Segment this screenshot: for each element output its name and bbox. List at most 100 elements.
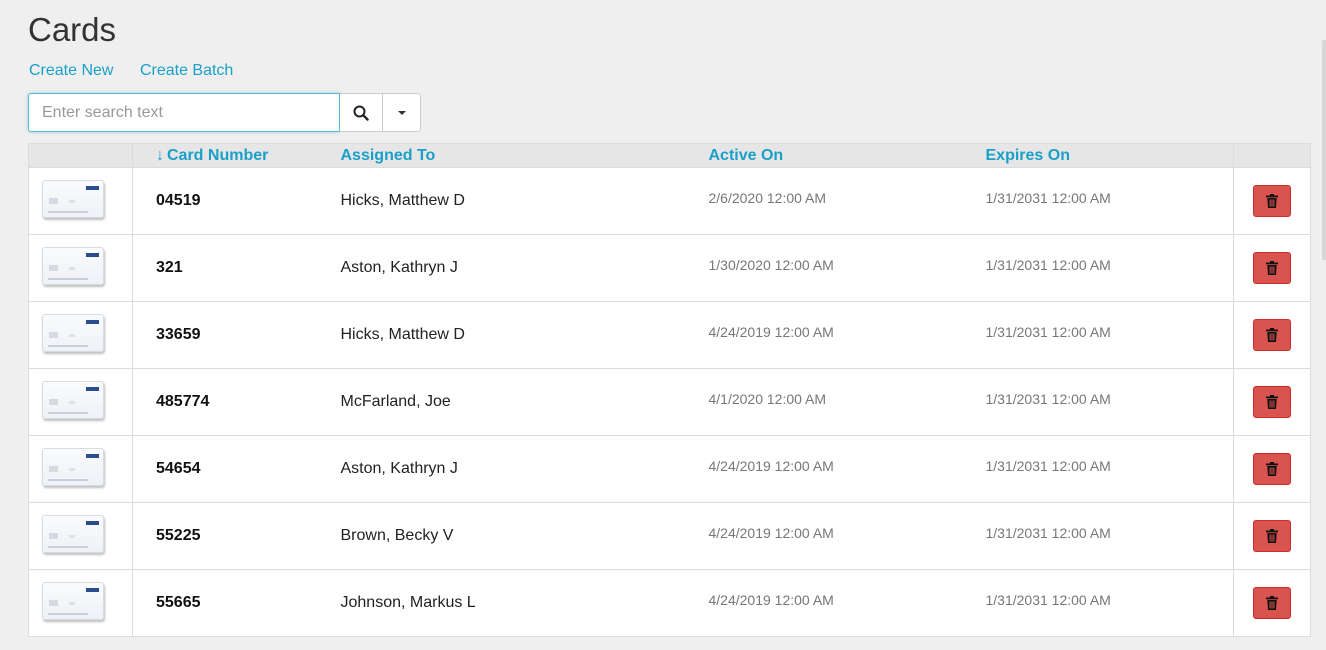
card-thumbnail: [41, 179, 104, 218]
active-on: 4/24/2019 12:00 AM: [708, 525, 834, 541]
trash-icon: [1266, 328, 1278, 342]
card-number[interactable]: 55665: [156, 594, 201, 611]
active-on-cell: 4/24/2019 12:00 AM: [708, 569, 986, 637]
active-on: 2/6/2020 12:00 AM: [708, 190, 827, 206]
expires-on-cell: 1/31/2031 12:00 AM: [985, 502, 1234, 570]
card-image-cell: [28, 301, 133, 369]
card-number-cell: 33659: [132, 301, 341, 369]
card-image-cell: [28, 435, 133, 503]
table-body: 04519 Hicks, Matthew D 2/6/2020 12:00 AM…: [28, 167, 1311, 637]
assigned-to-cell: Aston, Kathryn J: [340, 435, 709, 503]
expires-on-cell: 1/31/2031 12:00 AM: [985, 569, 1234, 637]
active-on-cell: 2/6/2020 12:00 AM: [708, 167, 986, 235]
expires-on: 1/31/2031 12:00 AM: [985, 391, 1111, 407]
card-number[interactable]: 321: [156, 259, 183, 276]
delete-cell: [1233, 502, 1311, 570]
delete-cell: [1233, 569, 1311, 637]
expires-on-cell: 1/31/2031 12:00 AM: [985, 167, 1234, 235]
search-options-dropdown[interactable]: [383, 93, 421, 132]
active-on: 4/1/2020 12:00 AM: [708, 391, 827, 407]
search-bar: [28, 93, 421, 132]
card-image-cell: [28, 368, 133, 436]
expires-on-cell: 1/31/2031 12:00 AM: [985, 301, 1234, 369]
table-row[interactable]: 33659 Hicks, Matthew D 4/24/2019 12:00 A…: [28, 301, 1311, 369]
assigned-to-cell: Aston, Kathryn J: [340, 234, 709, 302]
delete-button[interactable]: [1253, 453, 1291, 485]
caret-down-icon: [397, 110, 406, 115]
card-thumbnail: [41, 581, 104, 620]
assigned-to-cell: Hicks, Matthew D: [340, 301, 709, 369]
delete-button[interactable]: [1253, 587, 1291, 619]
trash-icon: [1266, 395, 1278, 409]
delete-cell: [1233, 435, 1311, 503]
assigned-to: Hicks, Matthew D: [340, 326, 465, 343]
active-on-cell: 1/30/2020 12:00 AM: [708, 234, 986, 302]
scrollbar[interactable]: [1322, 40, 1326, 260]
table-row[interactable]: 54654 Aston, Kathryn J 4/24/2019 12:00 A…: [28, 435, 1311, 503]
card-number[interactable]: 485774: [156, 393, 209, 410]
card-thumbnail: [41, 514, 104, 553]
expires-on: 1/31/2031 12:00 AM: [985, 324, 1111, 340]
expires-on: 1/31/2031 12:00 AM: [985, 257, 1111, 273]
delete-cell: [1233, 167, 1311, 235]
expires-on: 1/31/2031 12:00 AM: [985, 592, 1111, 608]
expires-on-cell: 1/31/2031 12:00 AM: [985, 435, 1234, 503]
delete-button[interactable]: [1253, 185, 1291, 217]
active-on-cell: 4/24/2019 12:00 AM: [708, 301, 986, 369]
card-thumbnail: [41, 447, 104, 486]
assigned-to: McFarland, Joe: [340, 393, 451, 410]
table-row[interactable]: 55665 Johnson, Markus L 4/24/2019 12:00 …: [28, 569, 1311, 637]
header-assigned-to[interactable]: Assigned To: [340, 143, 709, 168]
assigned-to: Brown, Becky V: [340, 527, 454, 544]
header-image: [28, 143, 133, 168]
expires-on: 1/31/2031 12:00 AM: [985, 190, 1111, 206]
search-icon: [353, 105, 369, 121]
create-new-link[interactable]: Create New: [29, 62, 113, 79]
cards-page: Cards Create New Create Batch Enter sear…: [0, 0, 1326, 650]
card-thumbnail: [41, 380, 104, 419]
delete-cell: [1233, 368, 1311, 436]
search-input[interactable]: [28, 93, 340, 132]
card-number-cell: 55225: [132, 502, 341, 570]
active-on: 1/30/2020 12:00 AM: [708, 257, 834, 273]
table-header-row: ↓ Card Number Assigned To Active On Expir…: [28, 143, 1311, 168]
card-image-cell: [28, 234, 133, 302]
sort-desc-arrow-icon: ↓: [156, 146, 164, 164]
active-on-cell: 4/1/2020 12:00 AM: [708, 368, 986, 436]
card-number-cell: 485774: [132, 368, 341, 436]
trash-icon: [1266, 261, 1278, 275]
trash-icon: [1266, 194, 1278, 208]
card-number[interactable]: 55225: [156, 527, 201, 544]
delete-button[interactable]: [1253, 386, 1291, 418]
header-expires-on[interactable]: Expires On: [985, 143, 1234, 168]
delete-cell: [1233, 234, 1311, 302]
active-on-cell: 4/24/2019 12:00 AM: [708, 435, 986, 503]
card-number[interactable]: 33659: [156, 326, 201, 343]
trash-icon: [1266, 529, 1278, 543]
card-number[interactable]: 04519: [156, 192, 201, 209]
assigned-to-cell: Hicks, Matthew D: [340, 167, 709, 235]
delete-button[interactable]: [1253, 252, 1291, 284]
assigned-to: Johnson, Markus L: [340, 594, 476, 611]
table-row[interactable]: 04519 Hicks, Matthew D 2/6/2020 12:00 AM…: [28, 167, 1311, 235]
card-number-cell: 04519: [132, 167, 341, 235]
header-active-on[interactable]: Active On: [708, 143, 986, 168]
header-card-number[interactable]: ↓ Card Number: [132, 143, 341, 168]
card-image-cell: [28, 502, 133, 570]
search-button[interactable]: [340, 93, 383, 132]
card-number-cell: 321: [132, 234, 341, 302]
card-number[interactable]: 54654: [156, 460, 201, 477]
table-row[interactable]: 55225 Brown, Becky V 4/24/2019 12:00 AM …: [28, 502, 1311, 570]
card-image-cell: [28, 569, 133, 637]
delete-cell: [1233, 301, 1311, 369]
table-row[interactable]: 485774 McFarland, Joe 4/1/2020 12:00 AM …: [28, 368, 1311, 436]
active-on-cell: 4/24/2019 12:00 AM: [708, 502, 986, 570]
table-row[interactable]: 321 Aston, Kathryn J 1/30/2020 12:00 AM …: [28, 234, 1311, 302]
delete-button[interactable]: [1253, 520, 1291, 552]
card-number-cell: 54654: [132, 435, 341, 503]
delete-button[interactable]: [1253, 319, 1291, 351]
card-image-cell: [28, 167, 133, 235]
active-on: 4/24/2019 12:00 AM: [708, 324, 834, 340]
create-batch-link[interactable]: Create Batch: [140, 62, 233, 79]
card-thumbnail: [41, 313, 104, 352]
